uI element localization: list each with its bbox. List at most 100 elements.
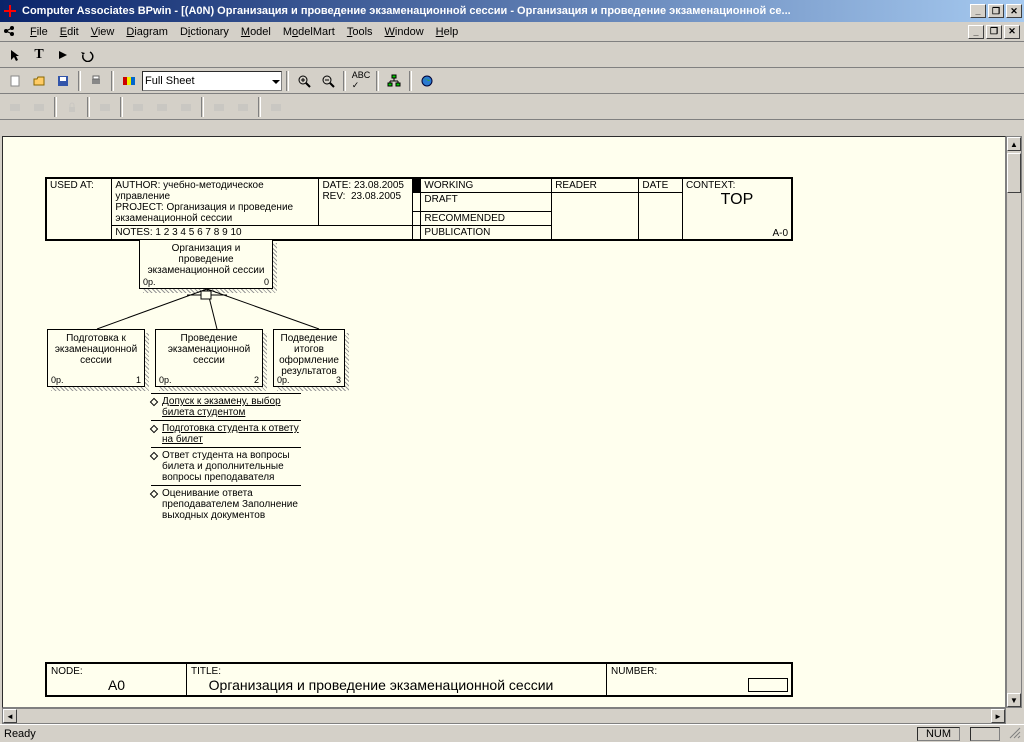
toolbar-standard: ABC✓ (0, 68, 1024, 94)
diamond-icon (150, 452, 158, 460)
app-icon (2, 3, 18, 19)
toolbar-modelmart (0, 94, 1024, 120)
text-tool-button[interactable]: T (28, 44, 50, 66)
menu-view[interactable]: View (85, 24, 121, 40)
root-num: 0 (264, 277, 269, 287)
scroll-thumb[interactable] (1007, 153, 1021, 193)
hdate-label: DATE (642, 180, 668, 191)
tree-child-2[interactable]: Проведение экзаменационной сессии 0p.2 (155, 329, 263, 387)
recommended-label: RECOMMENDED (424, 213, 505, 224)
node-label: NODE: (51, 666, 83, 677)
tree-connectors (47, 289, 347, 329)
play-tool-button[interactable] (52, 44, 74, 66)
titlebar: Computer Associates BPwin - [(A0N) Орган… (0, 0, 1024, 22)
subitems-list: Допуск к экзамену, выбор билета студенто… (151, 393, 301, 523)
horizontal-scrollbar[interactable]: ◄ ► (2, 708, 1006, 724)
menu-file[interactable]: File (24, 24, 54, 40)
used-at-label: USED AT: (50, 180, 94, 191)
author-label: AUTHOR: (115, 180, 160, 191)
child3-title: Подведение итогов оформление результатов (279, 333, 339, 377)
new-button[interactable] (4, 70, 26, 92)
mm-btn-1 (4, 96, 26, 118)
mm-btn-7 (208, 96, 230, 118)
mm-btn-9 (265, 96, 287, 118)
diamond-icon (150, 398, 158, 406)
number-label: NUMBER: (611, 666, 657, 677)
window-controls: _ ❐ ✕ (970, 4, 1022, 18)
number-box (748, 678, 788, 692)
pointer-tool-button[interactable] (4, 44, 26, 66)
project-label: PROJECT: (115, 202, 163, 213)
working-marker (412, 179, 421, 193)
diamond-icon (150, 425, 158, 433)
notes-label: NOTES: (115, 227, 152, 238)
draft-label: DRAFT (424, 194, 457, 205)
diagram-canvas[interactable]: USED AT: AUTHOR: учебно-методическое упр… (3, 137, 1005, 707)
globe-button[interactable] (416, 70, 438, 92)
undo-button[interactable] (76, 44, 98, 66)
vertical-scrollbar[interactable]: ▲ ▼ (1006, 136, 1022, 708)
hierarchy-button[interactable] (383, 70, 405, 92)
context-label: CONTEXT: (686, 180, 735, 191)
scroll-up-button[interactable]: ▲ (1007, 137, 1021, 151)
scroll-right-button[interactable]: ► (991, 709, 1005, 723)
toolbar-draw: T (0, 42, 1024, 68)
status-ready: Ready (4, 728, 36, 740)
zoom-out-button[interactable] (317, 70, 339, 92)
scroll-down-button[interactable]: ▼ (1007, 693, 1021, 707)
mdi-minimize-button[interactable]: _ (968, 25, 984, 39)
scroll-left-button[interactable]: ◄ (3, 709, 17, 723)
menu-window[interactable]: Window (379, 24, 430, 40)
mm-btn-6 (175, 96, 197, 118)
close-button[interactable]: ✕ (1006, 4, 1022, 18)
subitem-1[interactable]: Допуск к экзамену, выбор билета студенто… (162, 396, 301, 418)
mm-btn-8 (232, 96, 254, 118)
model-explorer-button[interactable] (118, 70, 140, 92)
mdi-close-button[interactable]: ✕ (1004, 25, 1020, 39)
notes-value: 1 2 3 4 5 6 7 8 9 10 (155, 227, 241, 238)
mm-btn-2 (28, 96, 50, 118)
status-empty (970, 727, 1000, 741)
spellcheck-button[interactable]: ABC✓ (350, 70, 372, 92)
window-title: Computer Associates BPwin - [(A0N) Орган… (22, 5, 970, 17)
maximize-button[interactable]: ❐ (988, 4, 1004, 18)
save-button[interactable] (52, 70, 74, 92)
zoom-in-button[interactable] (293, 70, 315, 92)
mm-lock-button (61, 96, 83, 118)
canvas-area[interactable]: USED AT: AUTHOR: учебно-методическое упр… (2, 136, 1006, 708)
root-title: Организация и проведение экзаменационной… (148, 243, 265, 276)
child1-title: Подготовка к экзаменационной сессии (55, 333, 137, 366)
context-value: TOP (686, 191, 788, 209)
a0-label: A-0 (772, 228, 788, 239)
tree-root-node[interactable]: Организация и проведение экзаменационной… (139, 239, 273, 289)
print-button[interactable] (85, 70, 107, 92)
date-label: DATE: (322, 180, 351, 191)
menu-diagram[interactable]: Diagram (120, 24, 174, 40)
tree-child-1[interactable]: Подготовка к экзаменационной сессии 0p.1 (47, 329, 145, 387)
resize-grip-icon[interactable] (1008, 726, 1022, 740)
ftitle-label: TITLE: (191, 666, 221, 677)
subitem-2[interactable]: Подготовка студента к ответу на билет (162, 423, 301, 445)
menu-tools[interactable]: Tools (341, 24, 379, 40)
subitem-3[interactable]: Ответ студента на вопросы билета и допол… (162, 450, 301, 483)
menubar: File Edit View Diagram Dictionary Model … (0, 22, 1024, 42)
open-button[interactable] (28, 70, 50, 92)
node-value: A0 (51, 677, 182, 693)
tree-child-3[interactable]: Подведение итогов оформление результатов… (273, 329, 345, 387)
zoom-select[interactable] (142, 71, 282, 91)
working-label: WORKING (424, 180, 473, 191)
subitem-4[interactable]: Оценивание ответа преподавателем Заполне… (162, 488, 301, 521)
minimize-button[interactable]: _ (970, 4, 986, 18)
menu-help[interactable]: Help (430, 24, 465, 40)
ftitle-value: Организация и проведение экзаменационной… (191, 677, 571, 693)
mdi-controls: _ ❐ ✕ (968, 25, 1020, 39)
mdi-icon (4, 25, 18, 39)
mdi-restore-button[interactable]: ❐ (986, 25, 1002, 39)
mm-btn-5 (151, 96, 173, 118)
menu-edit[interactable]: Edit (54, 24, 85, 40)
child2-title: Проведение экзаменационной сессии (168, 333, 250, 366)
menu-modelmart[interactable]: ModelMart (277, 24, 341, 40)
menu-dictionary[interactable]: Dictionary (174, 24, 235, 40)
statusbar: Ready NUM (0, 724, 1024, 742)
menu-model[interactable]: Model (235, 24, 277, 40)
